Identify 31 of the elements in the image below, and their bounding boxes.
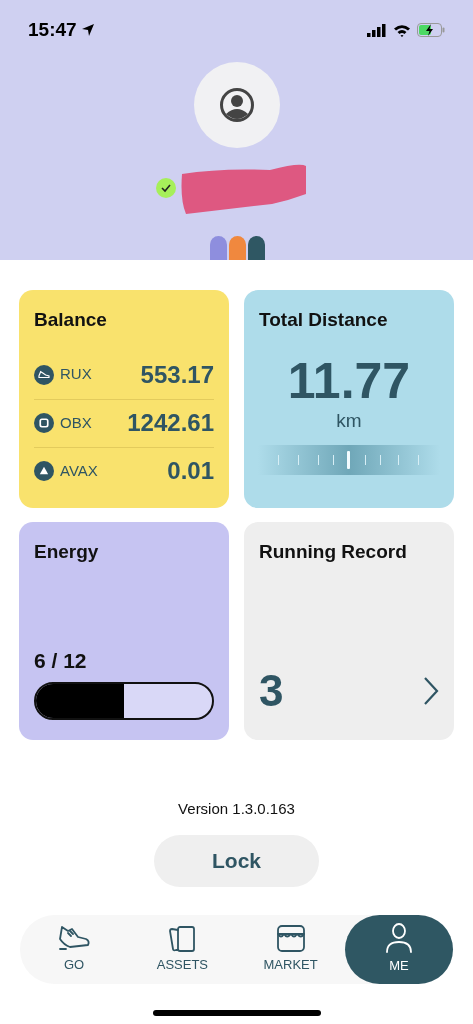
triangle-coin-icon	[34, 461, 54, 481]
tab-item[interactable]: ME	[344, 914, 453, 984]
energy-reading: 6 / 12	[34, 647, 88, 674]
token-amount: 0.01	[167, 456, 214, 486]
card-title: Running Record	[259, 540, 408, 564]
distance-value: 11.77	[287, 354, 411, 407]
token-amount: 553.17	[140, 359, 214, 390]
lock-button[interactable]: Lock	[154, 834, 319, 887]
tab-item[interactable]: MARKET	[236, 914, 345, 984]
clock-time: 15:47	[28, 17, 77, 42]
signal-icon	[367, 23, 387, 37]
wifi-icon	[393, 23, 411, 37]
token-symbol: RUX	[60, 364, 92, 385]
token-symbol: AVAX	[60, 460, 98, 481]
token-symbol: OBX	[60, 412, 92, 433]
card-title: Balance	[34, 308, 108, 332]
location-arrow-icon	[80, 23, 95, 37]
token-amount: 1242.61	[127, 408, 214, 438]
shoe-coin-icon	[34, 364, 54, 385]
record-count: 3	[259, 665, 284, 717]
distance-unit: km	[336, 408, 362, 433]
battery-charging-icon	[417, 23, 445, 37]
tab-item[interactable]: ASSETS	[128, 914, 237, 984]
version-text: Version 1.3.0.163	[178, 799, 295, 819]
card-title: Energy	[34, 540, 100, 564]
user-avatar-icon	[218, 87, 255, 123]
chevron-right-icon	[423, 676, 439, 706]
card-title: Total Distance	[259, 308, 388, 332]
tab-item[interactable]: GO	[20, 914, 129, 984]
running-record-card[interactable]: Running Record 3	[244, 522, 454, 740]
square-coin-icon	[34, 413, 54, 433]
